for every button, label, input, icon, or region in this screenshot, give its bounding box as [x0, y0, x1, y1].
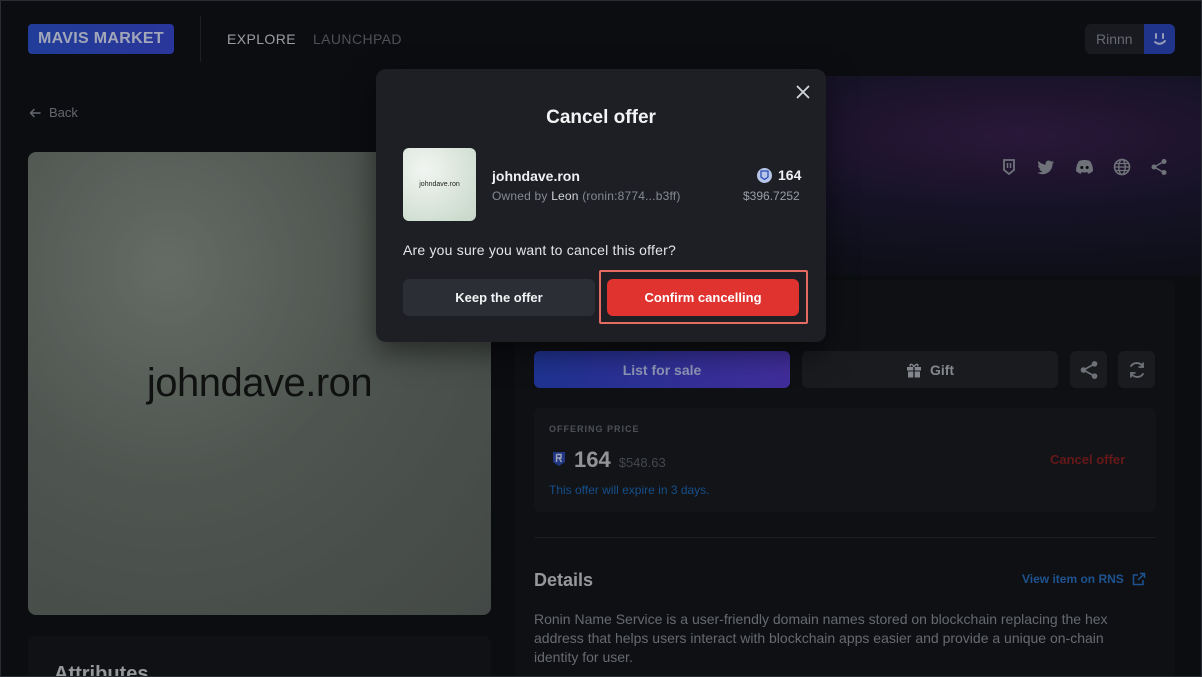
item-name: johndave.ron — [492, 168, 580, 184]
item-price-value: 164 — [778, 167, 802, 183]
item-thumbnail-text: johndave.ron — [419, 181, 460, 188]
owned-by-label: Owned by — [492, 189, 548, 203]
keep-offer-button[interactable]: Keep the offer — [403, 279, 595, 316]
item-price: 164 — [757, 167, 801, 183]
owner-address: (ronin:8774...b3ff) — [582, 189, 681, 203]
close-icon — [796, 85, 810, 99]
confirm-question: Are you sure you want to cancel this off… — [403, 242, 676, 258]
item-thumbnail: johndave.ron — [403, 148, 476, 221]
close-button[interactable] — [794, 83, 812, 101]
ron-coin-icon — [757, 167, 772, 183]
confirm-cancelling-button[interactable]: Confirm cancelling — [607, 279, 799, 316]
modal-title: Cancel offer — [546, 107, 656, 128]
owner-name[interactable]: Leon — [551, 189, 579, 203]
item-owner: Owned by Leon (ronin:8774...b3ff) — [492, 189, 681, 203]
item-price-usd: $396.7252 — [743, 189, 800, 203]
